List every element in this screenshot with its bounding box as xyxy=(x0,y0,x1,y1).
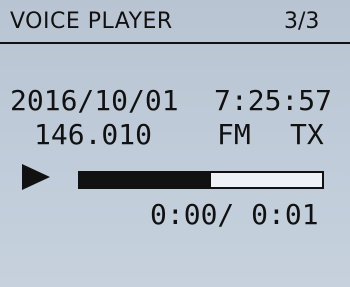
playback-time: 0:00/ 0:01 xyxy=(150,198,319,231)
page-indicator: 3/3 xyxy=(284,9,320,34)
screen-title: VOICE PLAYER xyxy=(10,9,173,34)
recording-frequency: 146.010 xyxy=(34,118,153,151)
header-divider xyxy=(0,42,350,44)
tx-rx-indicator: TX xyxy=(290,118,324,151)
recording-time: 7:25:57 xyxy=(214,84,333,117)
header-bar: VOICE PLAYER 3/3 xyxy=(0,0,350,44)
recording-mode: FM xyxy=(217,118,251,151)
playback-progress-fill xyxy=(80,173,211,187)
play-icon xyxy=(22,164,50,190)
playback-progress-bar xyxy=(78,171,324,189)
recording-date: 2016/10/01 xyxy=(10,84,179,117)
voice-player-screen: VOICE PLAYER 3/3 2016/10/01 7:25:57 146.… xyxy=(0,0,350,287)
